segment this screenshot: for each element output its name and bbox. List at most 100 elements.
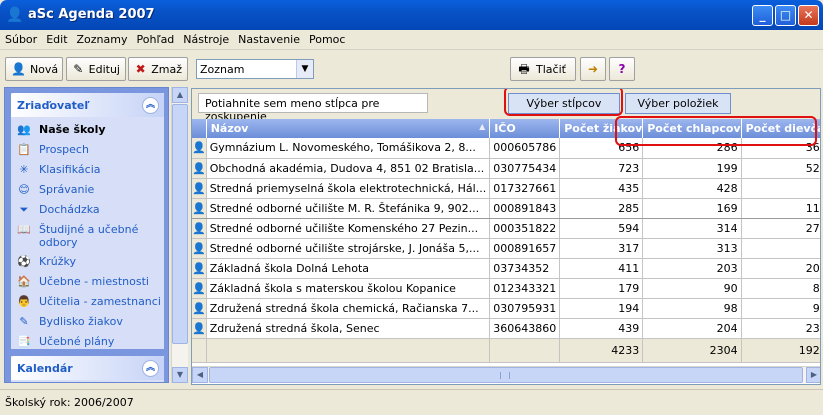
print-button[interactable]: 🖶 Tlačiť xyxy=(510,57,576,81)
table-row[interactable]: 👤 Združená stredná škola, Senec 360643860 4… xyxy=(192,318,820,339)
column-header-nazov[interactable]: Názov ▲ xyxy=(206,119,491,138)
cell-ico[interactable]: 03734352 xyxy=(489,258,561,279)
group-header-kalendar[interactable]: Kalendár ︽ xyxy=(11,356,164,380)
cell-pocet-chlapcov[interactable]: 199 xyxy=(642,158,742,179)
cell-ico[interactable]: 000891657 xyxy=(489,238,561,259)
cell-pocet-ziakov[interactable]: 317 xyxy=(559,238,644,259)
horizontal-scrollbar[interactable]: ◀ ▶ xyxy=(192,366,820,383)
cell-pocet-dievcat[interactable]: 116 xyxy=(741,197,820,219)
cell-ico[interactable]: 000605786 xyxy=(489,138,561,159)
cell-pocet-ziakov[interactable]: 285 xyxy=(559,197,644,219)
cell-pocet-ziakov[interactable]: 179 xyxy=(559,278,644,299)
sidebar-item-kruzky[interactable]: ⚽ Krúžky xyxy=(11,252,164,272)
cell-ico[interactable]: 017327661 xyxy=(489,178,561,199)
cell-pocet-chlapcov[interactable]: 313 xyxy=(642,238,742,259)
cell-nazov[interactable]: Stredné odborné učilište M. R. Štefánika… xyxy=(206,197,491,219)
cell-pocet-chlapcov[interactable]: 90 xyxy=(642,278,742,299)
scroll-up-icon[interactable]: ▲ xyxy=(172,87,188,103)
menu-zoznamy[interactable]: Zoznamy xyxy=(72,30,132,46)
menu-edit[interactable]: Edit xyxy=(41,30,71,46)
cell-ico[interactable]: 030775434 xyxy=(489,158,561,179)
group-by-dropzone[interactable]: Potiahnite sem meno stĺpca pre zoskupeni… xyxy=(198,93,428,123)
cell-pocet-chlapcov[interactable]: 98 xyxy=(642,298,742,319)
minimize-button[interactable]: _ xyxy=(752,5,773,26)
table-row[interactable]: 👤 Obchodná akadémia, Dudova 4, 851 02 Bra… xyxy=(192,158,820,179)
cell-nazov[interactable]: Združená stredná škola, Senec xyxy=(206,318,491,339)
cell-pocet-dievcat[interactable]: 7 xyxy=(741,178,820,199)
cell-pocet-dievcat[interactable]: 208 xyxy=(741,258,820,279)
cell-ico[interactable]: 000891843 xyxy=(489,197,561,219)
scroll-left-icon[interactable]: ◀ xyxy=(192,367,208,383)
table-row[interactable]: 👤 Základná škola Dolná Lehota 03734352 411 2… xyxy=(192,258,820,279)
cell-pocet-chlapcov[interactable]: 204 xyxy=(642,318,742,339)
cell-ico[interactable]: 360643860 xyxy=(489,318,561,339)
scroll-right-icon[interactable]: ▶ xyxy=(806,367,820,383)
menu-subor[interactable]: Súbor xyxy=(0,30,41,46)
new-button[interactable]: 👤 Nová xyxy=(5,57,63,81)
refresh-button[interactable]: ➜ xyxy=(580,57,606,81)
cell-pocet-ziakov[interactable]: 435 xyxy=(559,178,644,199)
sidebar-item-spravanie[interactable]: 😊 Správanie xyxy=(11,180,164,200)
cell-pocet-chlapcov[interactable]: 428 xyxy=(642,178,742,199)
sidebar-item-dochadzka[interactable]: ⏷ Dochádzka xyxy=(11,200,164,220)
cell-pocet-dievcat[interactable]: 524 xyxy=(741,158,820,179)
table-row[interactable]: 👤 Stredné odborné učilište strojárske, J.… xyxy=(192,238,820,259)
cell-pocet-ziakov[interactable]: 723 xyxy=(559,158,644,179)
view-select[interactable]: Zoznam ▼ xyxy=(196,59,314,79)
sidebar-item-ucebne-plany[interactable]: 📑 Učebné plány xyxy=(11,332,164,352)
menu-pohlad[interactable]: Pohľad xyxy=(132,30,179,46)
help-button[interactable]: ? xyxy=(609,57,635,81)
scroll-down-icon[interactable]: ▼ xyxy=(172,367,188,383)
cell-nazov[interactable]: Základná škola Dolná Lehota xyxy=(206,258,491,279)
cell-pocet-dievcat[interactable]: 96 xyxy=(741,298,820,319)
edit-button[interactable]: ✎ Edituj xyxy=(66,57,126,81)
sidebar-item-bydlisko[interactable]: ✎ Bydlisko žiakov xyxy=(11,312,164,332)
cell-nazov[interactable]: Stredná priemyselná škola elektrotechnic… xyxy=(206,178,491,199)
sidebar-item-odbory[interactable]: 📖 Študijné a učebné odbory xyxy=(11,220,164,252)
cell-pocet-dievcat[interactable]: 2 xyxy=(741,238,820,259)
sidebar-item-prospech[interactable]: 📋 Prospech xyxy=(11,140,164,160)
sidebar-item-nase-skoly[interactable]: 👥 Naše školy xyxy=(11,120,164,140)
collapse-icon[interactable]: ︽ xyxy=(142,360,159,377)
chevron-down-icon[interactable]: ▼ xyxy=(296,60,313,78)
cell-nazov[interactable]: Gymnázium L. Novomeského, Tomášikova 2, … xyxy=(206,138,491,159)
cell-pocet-dievcat[interactable]: 235 xyxy=(741,318,820,339)
sidebar-item-ucitelia[interactable]: 👨 Učitelia - zamestnanci xyxy=(11,292,164,312)
table-row[interactable]: 👤 Stredné odborné učilište Komenského 27 … xyxy=(192,218,820,239)
table-row[interactable]: 👤 Stredná priemyselná škola elektrotechni… xyxy=(192,178,820,199)
cell-pocet-chlapcov[interactable]: 203 xyxy=(642,258,742,279)
cell-ico[interactable]: 012343321 xyxy=(489,278,561,299)
cell-pocet-ziakov[interactable]: 594 xyxy=(559,218,644,239)
group-header[interactable]: Zriaďovateľ ︽ xyxy=(11,93,164,117)
cell-pocet-ziakov[interactable]: 411 xyxy=(559,258,644,279)
cell-nazov[interactable]: Základná škola s materskou školou Kopani… xyxy=(206,278,491,299)
sidebar-item-ucebne[interactable]: 🏠 Učebne - miestnosti xyxy=(11,272,164,292)
table-row[interactable]: 👤 Základná škola s materskou školou Kopan… xyxy=(192,278,820,299)
menu-nastroje[interactable]: Nástroje xyxy=(178,30,233,46)
navigation-scrollbar[interactable]: ▲ ▼ xyxy=(171,87,188,383)
column-header-ico[interactable]: IČO xyxy=(489,119,561,138)
menu-pomoc[interactable]: Pomoc xyxy=(304,30,349,46)
scroll-thumb[interactable] xyxy=(209,367,803,383)
cell-pocet-ziakov[interactable]: 439 xyxy=(559,318,644,339)
cell-ico[interactable]: 030795931 xyxy=(489,298,561,319)
cell-nazov[interactable]: Obchodná akadémia, Dudova 4, 851 02 Brat… xyxy=(206,158,491,179)
delete-button[interactable]: ✖ Zmaž xyxy=(128,57,188,81)
item-chooser-button[interactable]: Výber položiek xyxy=(625,93,731,114)
table-row[interactable]: 👤 Stredné odborné učilište M. R. Štefánik… xyxy=(192,197,820,219)
cell-nazov[interactable]: Stredné odborné učilište strojárske, J. … xyxy=(206,238,491,259)
cell-pocet-chlapcov[interactable]: 314 xyxy=(642,218,742,239)
table-row[interactable]: 👤 Združená stredná škola chemická, Račian… xyxy=(192,298,820,319)
menu-nastavenie[interactable]: Nastavenie xyxy=(233,30,304,46)
cell-pocet-dievcat[interactable]: 279 xyxy=(741,218,820,239)
cell-pocet-dievcat[interactable]: 89 xyxy=(741,278,820,299)
sidebar-item-klasifikacia[interactable]: ✳ Klasifikácia xyxy=(11,160,164,180)
cell-ico[interactable]: 000351822 xyxy=(489,218,561,239)
cell-nazov[interactable]: Stredné odborné učilište Komenského 27 P… xyxy=(206,218,491,239)
cell-pocet-chlapcov[interactable]: 169 xyxy=(642,197,742,219)
cell-pocet-ziakov[interactable]: 194 xyxy=(559,298,644,319)
cell-nazov[interactable]: Združená stredná škola chemická, Račians… xyxy=(206,298,491,319)
collapse-icon[interactable]: ︽ xyxy=(142,97,159,114)
close-button[interactable]: ✕ xyxy=(798,5,819,26)
maximize-button[interactable]: □ xyxy=(775,5,796,26)
